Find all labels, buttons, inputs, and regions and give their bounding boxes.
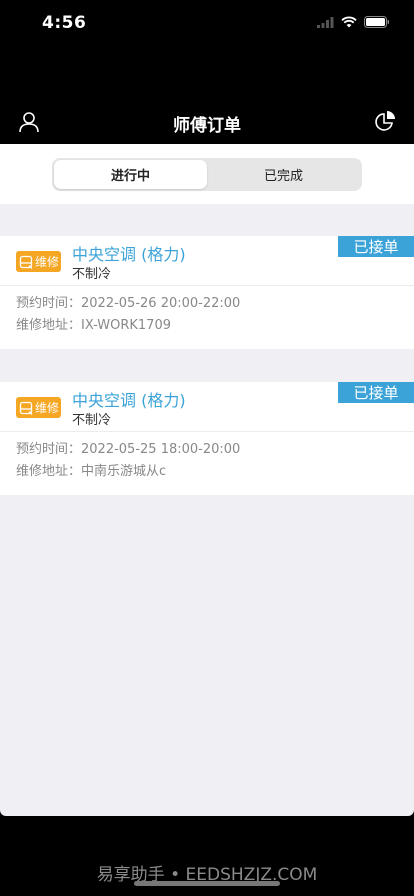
badge-label: 维修 <box>35 401 60 415</box>
repair-icon <box>19 401 33 415</box>
nav-bar: 师傅订单 <box>0 100 414 144</box>
appointment-time-value: 2022-05-26 20:00-22:00 <box>81 296 241 311</box>
product-name: 中央空调 (格力) <box>72 391 186 410</box>
battery-icon <box>364 16 389 28</box>
order-details: 预约时间：2022-05-26 20:00-22:00 维修地址：IX-WORK… <box>0 286 414 337</box>
issue-description: 不制冷 <box>72 267 112 282</box>
appointment-time-value: 2022-05-25 18:00-20:00 <box>81 442 241 457</box>
appointment-time-label: 预约时间： <box>16 442 82 457</box>
order-status-tag: 已接单 <box>338 382 414 403</box>
wifi-icon <box>341 16 357 28</box>
home-indicator[interactable] <box>134 881 280 886</box>
order-card[interactable]: 维修 中央空调 (格力) 不制冷 已接单 预约时间：2022-05-26 20:… <box>0 236 414 349</box>
order-card[interactable]: 维修 中央空调 (格力) 不制冷 已接单 预约时间：2022-05-25 18:… <box>0 382 414 495</box>
appointment-time-label: 预约时间： <box>16 296 82 311</box>
repair-address-value: IX-WORK1709 <box>81 318 171 333</box>
repair-address-label: 维修地址： <box>16 318 82 333</box>
issue-description: 不制冷 <box>72 413 112 428</box>
repair-address-value: 中南乐游城从c <box>81 464 167 479</box>
repair-address-row: 维修地址：IX-WORK1709 <box>16 315 414 337</box>
main-content: 进行中 已完成 维修 中央空调 (格力) 不制冷 已接单 预约时间：2022-0… <box>0 144 414 816</box>
page-title: 师傅订单 <box>173 116 241 136</box>
service-type-badge: 维修 <box>16 397 61 418</box>
service-type-badge: 维修 <box>16 251 61 272</box>
badge-label: 维修 <box>35 255 60 269</box>
order-card-header: 维修 中央空调 (格力) 不制冷 已接单 <box>0 382 414 432</box>
segment-container: 进行中 已完成 <box>0 144 414 204</box>
status-time: 4:56 <box>42 13 87 33</box>
status-icons <box>317 16 390 28</box>
order-details: 预约时间：2022-05-25 18:00-20:00 维修地址：中南乐游城从c <box>0 432 414 483</box>
tab-in-progress[interactable]: 进行中 <box>54 160 207 189</box>
order-card-header: 维修 中央空调 (格力) 不制冷 已接单 <box>0 236 414 286</box>
product-name: 中央空调 (格力) <box>72 245 186 264</box>
statistics-pie-icon[interactable] <box>374 110 396 132</box>
appointment-time-row: 预约时间：2022-05-25 18:00-20:00 <box>16 439 414 461</box>
order-status-tag: 已接单 <box>338 236 414 257</box>
tab-completed[interactable]: 已完成 <box>207 160 360 189</box>
appointment-time-row: 预约时间：2022-05-26 20:00-22:00 <box>16 293 414 315</box>
repair-address-row: 维修地址：中南乐游城从c <box>16 461 414 483</box>
order-status-segment: 进行中 已完成 <box>52 158 362 191</box>
status-bar: 4:56 <box>0 0 414 48</box>
repair-address-label: 维修地址： <box>16 464 82 479</box>
signal-icon <box>317 16 334 28</box>
repair-icon <box>19 255 33 269</box>
